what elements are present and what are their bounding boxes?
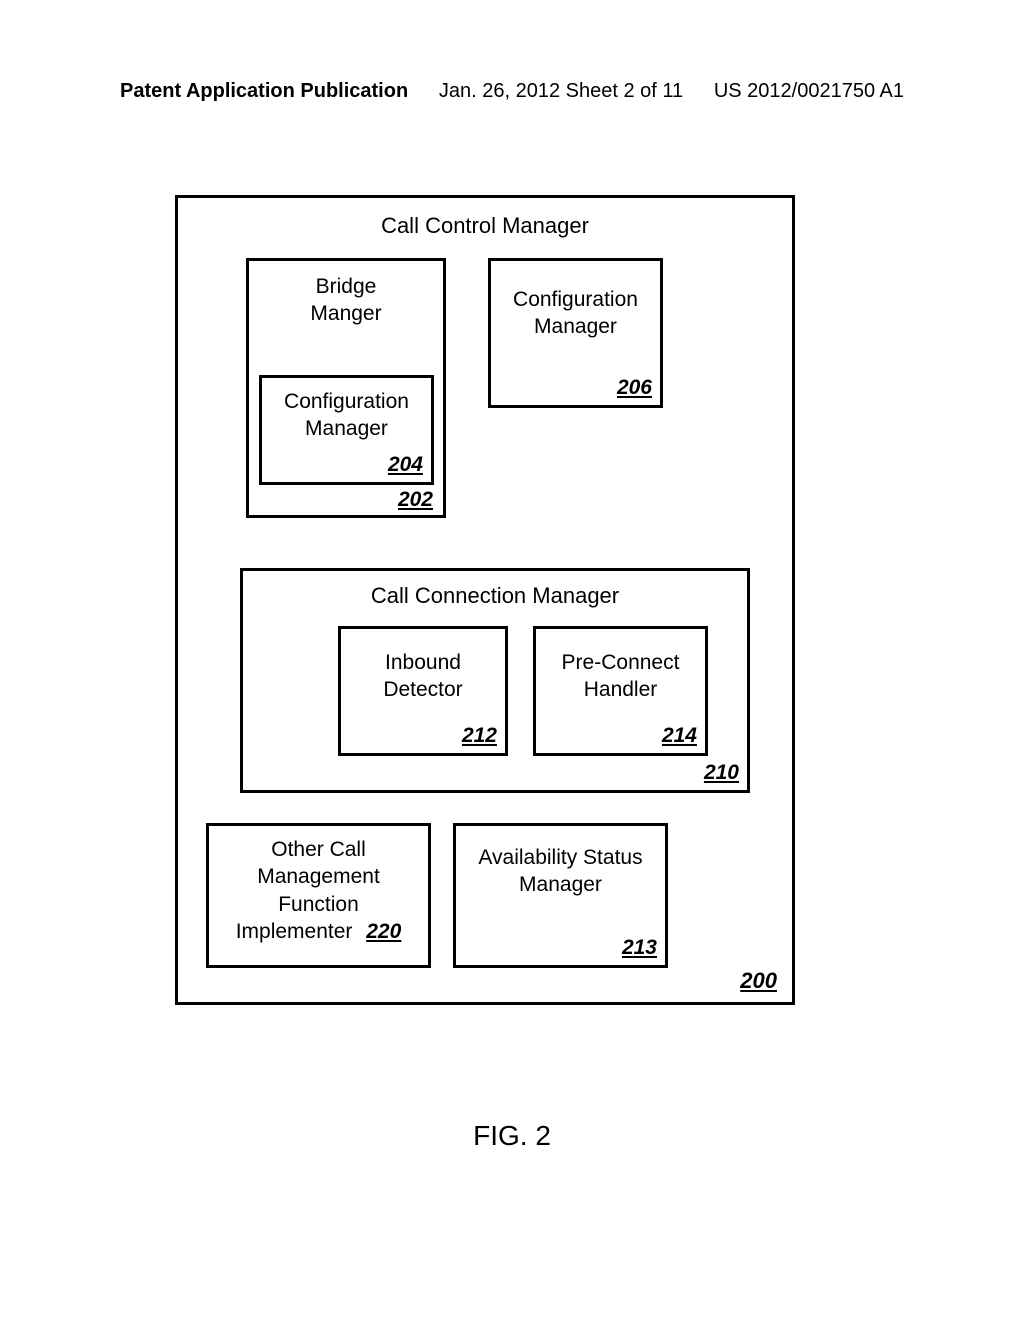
bridge-manager-title: Bridge Manger (249, 273, 443, 328)
call-control-manager-ref: 200 (740, 968, 777, 994)
availability-status-box: Availability Status Manager 213 (453, 823, 668, 968)
availability-status-ref: 213 (622, 936, 657, 960)
bridge-title-line1: Bridge (316, 275, 377, 298)
call-control-manager-box: Call Control Manager Bridge Manger Confi… (175, 195, 795, 1005)
availability-title-line2: Manager (519, 873, 602, 896)
other-call-management-ref: 220 (366, 920, 401, 943)
bridge-manager-box: Bridge Manger Configuration Manager 204 … (246, 258, 446, 518)
preconnect-title-line2: Handler (584, 678, 658, 701)
header-center: Jan. 26, 2012 Sheet 2 of 11 (439, 80, 683, 103)
other-title-line2: Management (257, 865, 380, 888)
preconnect-handler-box: Pre-Connect Handler 214 (533, 626, 708, 756)
config-title-line1: Configuration (513, 288, 638, 311)
config-manager-ref: 206 (617, 376, 652, 400)
bridge-manager-ref: 202 (398, 488, 433, 512)
other-call-management-box: Other Call Management Function Implement… (206, 823, 431, 968)
figure-label: FIG. 2 (0, 1120, 1024, 1152)
header-right: US 2012/0021750 A1 (714, 80, 904, 103)
config-manager-title: Configuration Manager (491, 286, 660, 341)
bridge-inner-title-line2: Manager (305, 417, 388, 440)
inbound-detector-ref: 212 (462, 724, 497, 748)
availability-title-line1: Availability Status (478, 846, 642, 869)
bridge-inner-config-title: Configuration Manager (262, 388, 431, 443)
inbound-detector-box: Inbound Detector 212 (338, 626, 508, 756)
call-connection-manager-box: Call Connection Manager Inbound Detector… (240, 568, 750, 793)
config-title-line2: Manager (534, 315, 617, 338)
inbound-detector-title: Inbound Detector (341, 649, 505, 704)
call-control-manager-title: Call Control Manager (178, 213, 792, 239)
call-connection-manager-ref: 210 (704, 761, 739, 785)
other-title-line3: Function (278, 893, 359, 916)
bridge-title-line2: Manger (310, 302, 381, 325)
inbound-title-line2: Detector (383, 678, 462, 701)
bridge-inner-config-box: Configuration Manager 204 (259, 375, 434, 485)
bridge-inner-config-ref: 204 (388, 453, 423, 477)
preconnect-handler-title: Pre-Connect Handler (536, 649, 705, 704)
page-header: Patent Application Publication Jan. 26, … (0, 0, 1024, 103)
call-connection-manager-title: Call Connection Manager (243, 583, 747, 609)
inbound-title-line1: Inbound (385, 651, 461, 674)
config-manager-box: Configuration Manager 206 (488, 258, 663, 408)
bridge-inner-title-line1: Configuration (284, 390, 409, 413)
preconnect-handler-ref: 214 (662, 724, 697, 748)
header-left: Patent Application Publication (120, 80, 408, 103)
availability-status-title: Availability Status Manager (456, 844, 665, 899)
other-title-line4: Implementer (236, 920, 353, 943)
other-call-management-title: Other Call Management Function Implement… (209, 836, 428, 945)
other-title-line1: Other Call (271, 838, 366, 861)
preconnect-title-line1: Pre-Connect (562, 651, 680, 674)
